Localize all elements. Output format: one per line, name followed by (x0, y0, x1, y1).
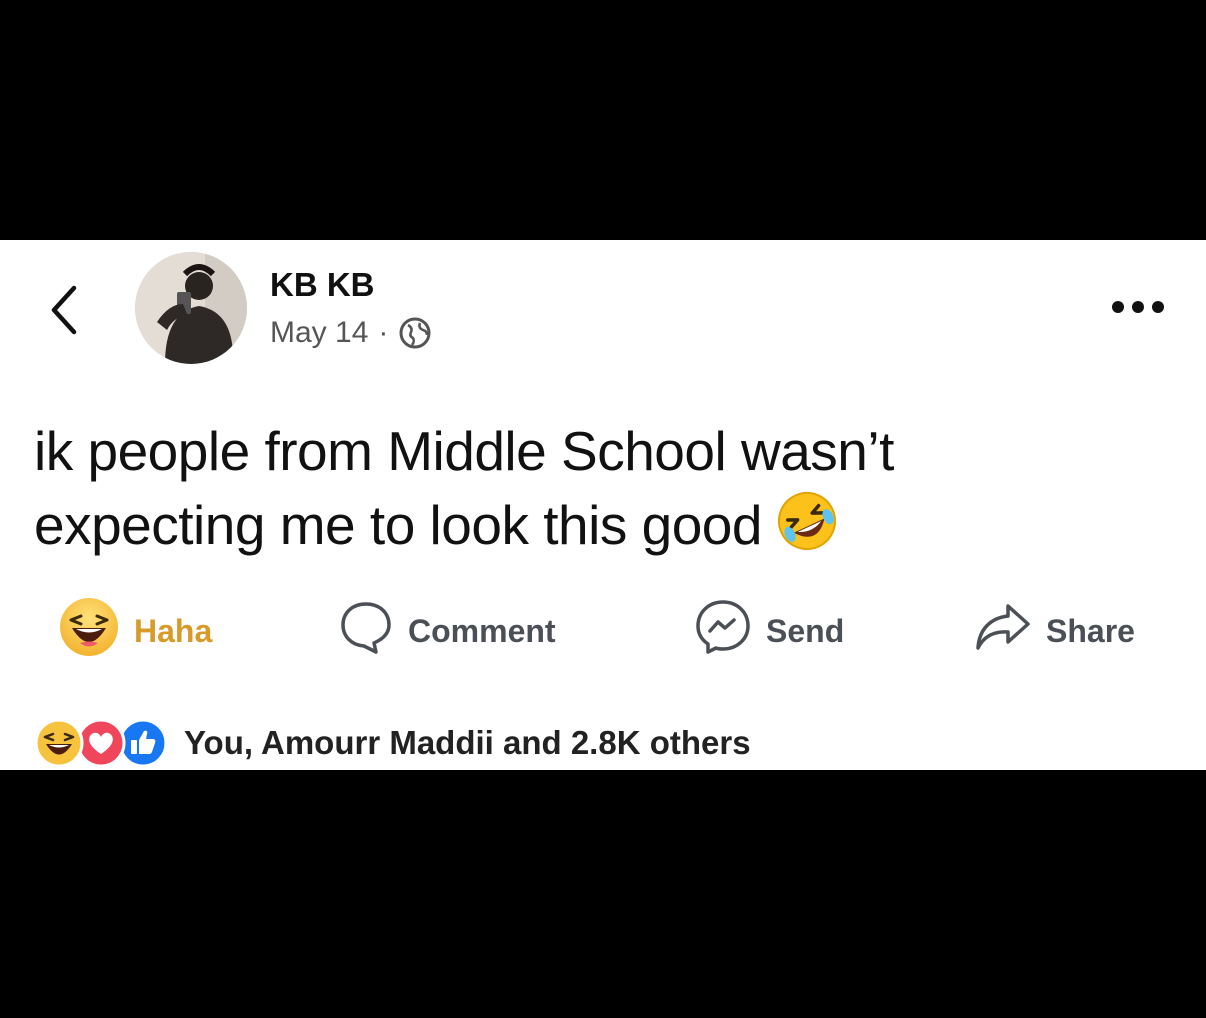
share-button[interactable]: Share (974, 595, 1135, 667)
post-text-line: expecting me to look this good (34, 488, 1174, 562)
comment-label: Comment (408, 612, 556, 649)
haha-reaction-label: Haha (134, 612, 213, 649)
send-button[interactable]: Send (694, 595, 844, 667)
haha-reaction-icon (58, 596, 120, 666)
comment-icon (338, 599, 394, 663)
profile-photo (135, 252, 247, 364)
chevron-left-icon (51, 285, 77, 335)
messenger-icon (694, 598, 752, 664)
post-meta: May 14 · (270, 316, 432, 350)
haha-reaction-icon (34, 718, 84, 768)
more-options-button[interactable] (1108, 292, 1168, 322)
author-name[interactable]: KB KB (270, 266, 375, 304)
haha-reaction-button[interactable]: Haha (58, 595, 212, 667)
avatar[interactable] (135, 252, 247, 364)
send-label: Send (766, 612, 845, 649)
reactions-text[interactable]: You, Amourr Maddii and 2.8K others (184, 724, 751, 762)
post-text: ik people from Middle School wasn’t expe… (34, 414, 1174, 562)
reaction-icons (34, 718, 170, 768)
meta-separator: · (378, 316, 389, 349)
share-icon (974, 600, 1032, 662)
comment-button[interactable]: Comment (338, 595, 556, 667)
reactions-summary[interactable]: You, Amourr Maddii and 2.8K others (34, 718, 751, 768)
rolling-on-floor-laughing-emoji-icon (776, 490, 838, 552)
action-bar: Haha Comment Send Share (0, 595, 1206, 667)
share-label: Share (1046, 612, 1135, 649)
post-text-line-content: expecting me to look this good (34, 494, 762, 556)
post-date[interactable]: May 14 (270, 316, 368, 350)
post-text-line: ik people from Middle School wasn’t (34, 420, 894, 482)
more-horizontal-icon (1112, 301, 1164, 313)
back-button[interactable] (44, 280, 88, 340)
globe-icon (398, 316, 432, 350)
